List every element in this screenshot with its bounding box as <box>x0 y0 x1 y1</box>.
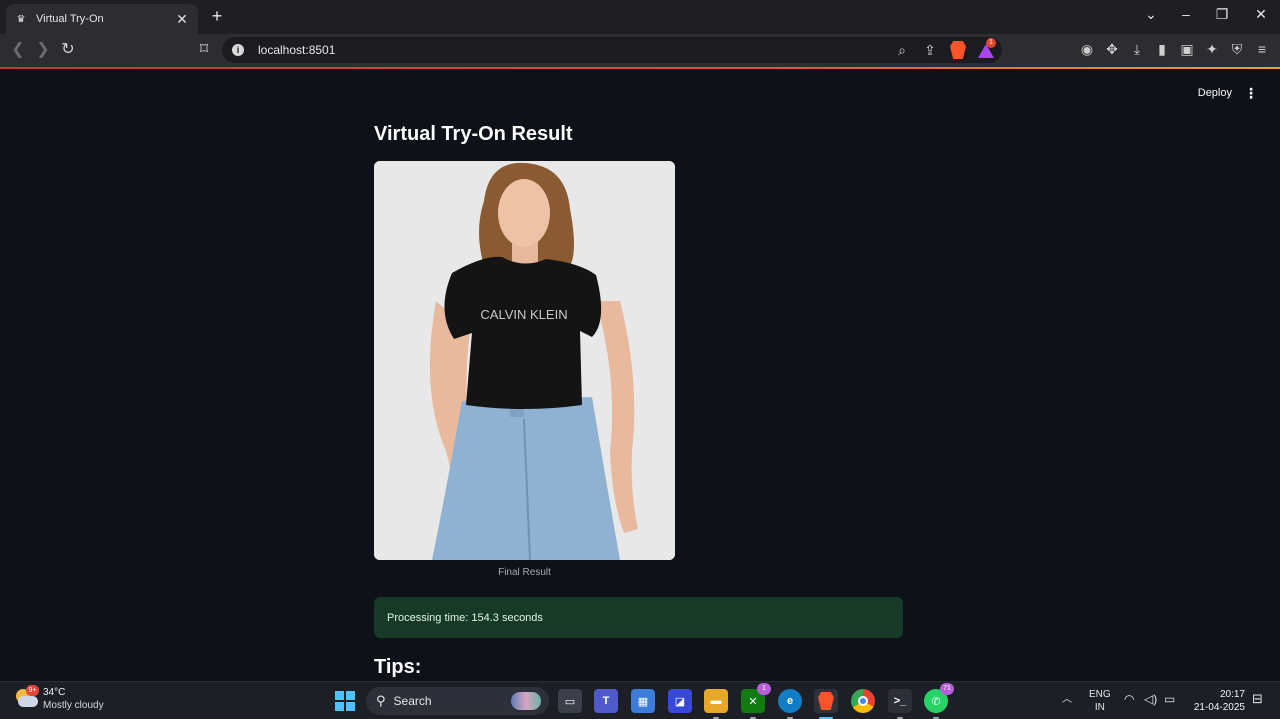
wallet-icon[interactable]: ▣ <box>1179 40 1195 58</box>
file-explorer-icon[interactable]: ▬ <box>704 689 728 719</box>
dev-app-icon[interactable]: ◪ <box>668 689 692 713</box>
minimize-button[interactable]: – <box>1176 6 1196 22</box>
windows-taskbar: 9+ 34°C Mostly cloudy ⚲ Search ▭ T ▦ ◪ ▬… <box>0 681 1280 719</box>
terminal-icon[interactable]: >_ <box>888 689 912 719</box>
deploy-button[interactable]: Deploy <box>1198 87 1232 99</box>
rewards-badge: 1 <box>986 38 996 48</box>
reload-button[interactable]: ↻ <box>58 40 78 60</box>
edge-icon[interactable]: e <box>778 689 802 719</box>
xbox-icon[interactable]: ✕ 1 <box>741 683 771 719</box>
microsoft-store-icon[interactable]: ▦ <box>631 689 655 713</box>
clock-time: 20:17 <box>1219 689 1245 700</box>
model-photo-illustration: CALVIN KLEIN <box>374 161 675 560</box>
sidebar-icon[interactable]: ▮ <box>1154 40 1170 58</box>
leo-ai-icon[interactable]: ✦ <box>1204 40 1220 58</box>
language-indicator[interactable]: ENG IN <box>1089 688 1111 714</box>
notifications-icon[interactable]: ⊟ <box>1252 692 1263 705</box>
url-text[interactable]: localhost:8501 <box>258 43 335 57</box>
partly-cloudy-icon: 9+ <box>14 685 39 711</box>
page-title: Virtual Try-On Result <box>374 123 573 145</box>
weather-widget[interactable]: 9+ 34°C Mostly cloudy <box>14 685 104 712</box>
browser-tab-bar: ♛ Virtual Try-On ✕ + ⌄ – ❐ ✕ <box>0 0 1280 34</box>
image-caption: Final Result <box>498 567 551 578</box>
brave-shields-icon[interactable] <box>950 41 966 59</box>
start-button[interactable] <box>335 691 355 711</box>
weather-badge: 9+ <box>26 685 39 696</box>
teams-icon[interactable]: T <box>594 689 618 713</box>
task-view-icon[interactable]: ▭ <box>558 689 582 713</box>
extensions-puzzle-icon[interactable]: ✥ <box>1104 40 1120 58</box>
bookmark-icon[interactable]: ⌑ <box>194 40 214 60</box>
shirt-print-text: CALVIN KLEIN <box>480 307 567 322</box>
tab-search-chevron-icon[interactable]: ⌄ <box>1141 6 1161 23</box>
browser-toolbar: ❮ ❯ ↻ ⌑ i localhost:8501 ⌕ ⇪ 1 ◉ ✥ ⤓ ▮ ▣… <box>0 34 1280 67</box>
brave-browser-icon[interactable] <box>814 689 838 719</box>
taskbar-search[interactable]: ⚲ Search <box>366 687 549 715</box>
close-tab-icon[interactable]: ✕ <box>174 11 190 28</box>
close-window-button[interactable]: ✕ <box>1251 6 1271 23</box>
region-code: IN <box>1094 702 1105 713</box>
streamlit-favicon-icon: ♛ <box>16 13 26 25</box>
result-image: CALVIN KLEIN <box>374 161 675 560</box>
zoom-icon[interactable]: ⌕ <box>894 41 910 59</box>
tab-virtual-try-on[interactable]: ♛ Virtual Try-On ✕ <box>6 4 198 34</box>
whatsapp-badge: 71 <box>940 683 954 695</box>
show-hidden-icons-chevron[interactable]: ︿ <box>1062 693 1072 706</box>
search-icon: ⚲ <box>376 693 386 708</box>
address-bar[interactable]: i localhost:8501 ⌕ ⇪ 1 <box>222 37 1002 63</box>
whatsapp-icon[interactable]: ✆ 71 <box>924 683 954 719</box>
weather-temperature: 34°C <box>43 687 66 698</box>
weather-description: Mostly cloudy <box>43 700 104 711</box>
vpn-shield-icon[interactable]: ⛨ <box>1229 40 1245 58</box>
search-highlight-art <box>511 692 541 710</box>
streamlit-app: Deploy ⋮ Virtual Try-On Result CALVIN KL… <box>0 69 1280 681</box>
forward-button[interactable]: ❯ <box>33 40 53 60</box>
site-info-icon[interactable]: i <box>232 44 244 56</box>
brave-rewards-icon[interactable]: 1 <box>978 38 996 58</box>
menu-icon[interactable]: ≡ <box>1254 40 1270 58</box>
downloads-icon[interactable]: ⤓ <box>1129 40 1145 58</box>
clock-date: 21-04-2025 <box>1193 702 1245 713</box>
wifi-icon[interactable]: ◠ <box>1124 693 1134 706</box>
system-clock[interactable]: 20:17 21-04-2025 <box>1194 688 1245 714</box>
success-alert: Processing time: 154.3 seconds <box>374 597 903 638</box>
language-code: ENG <box>1089 689 1111 700</box>
volume-icon[interactable]: ◁) <box>1144 693 1157 706</box>
share-icon[interactable]: ⇪ <box>922 41 938 59</box>
xbox-badge: 1 <box>757 683 771 695</box>
tips-heading: Tips: <box>374 656 422 678</box>
new-tab-button[interactable]: + <box>207 6 227 27</box>
battery-icon[interactable]: ▭ <box>1164 693 1175 706</box>
main-menu-icon[interactable]: ⋮ <box>1244 85 1258 102</box>
processing-time-text: Processing time: 154.3 seconds <box>387 611 543 624</box>
search-placeholder: Search <box>393 694 432 708</box>
restore-button[interactable]: ❐ <box>1212 6 1232 23</box>
tab-title: Virtual Try-On <box>36 13 104 25</box>
chrome-icon[interactable] <box>851 689 875 713</box>
back-button[interactable]: ❮ <box>8 40 28 60</box>
extension-logo-icon[interactable]: ◉ <box>1079 40 1095 58</box>
